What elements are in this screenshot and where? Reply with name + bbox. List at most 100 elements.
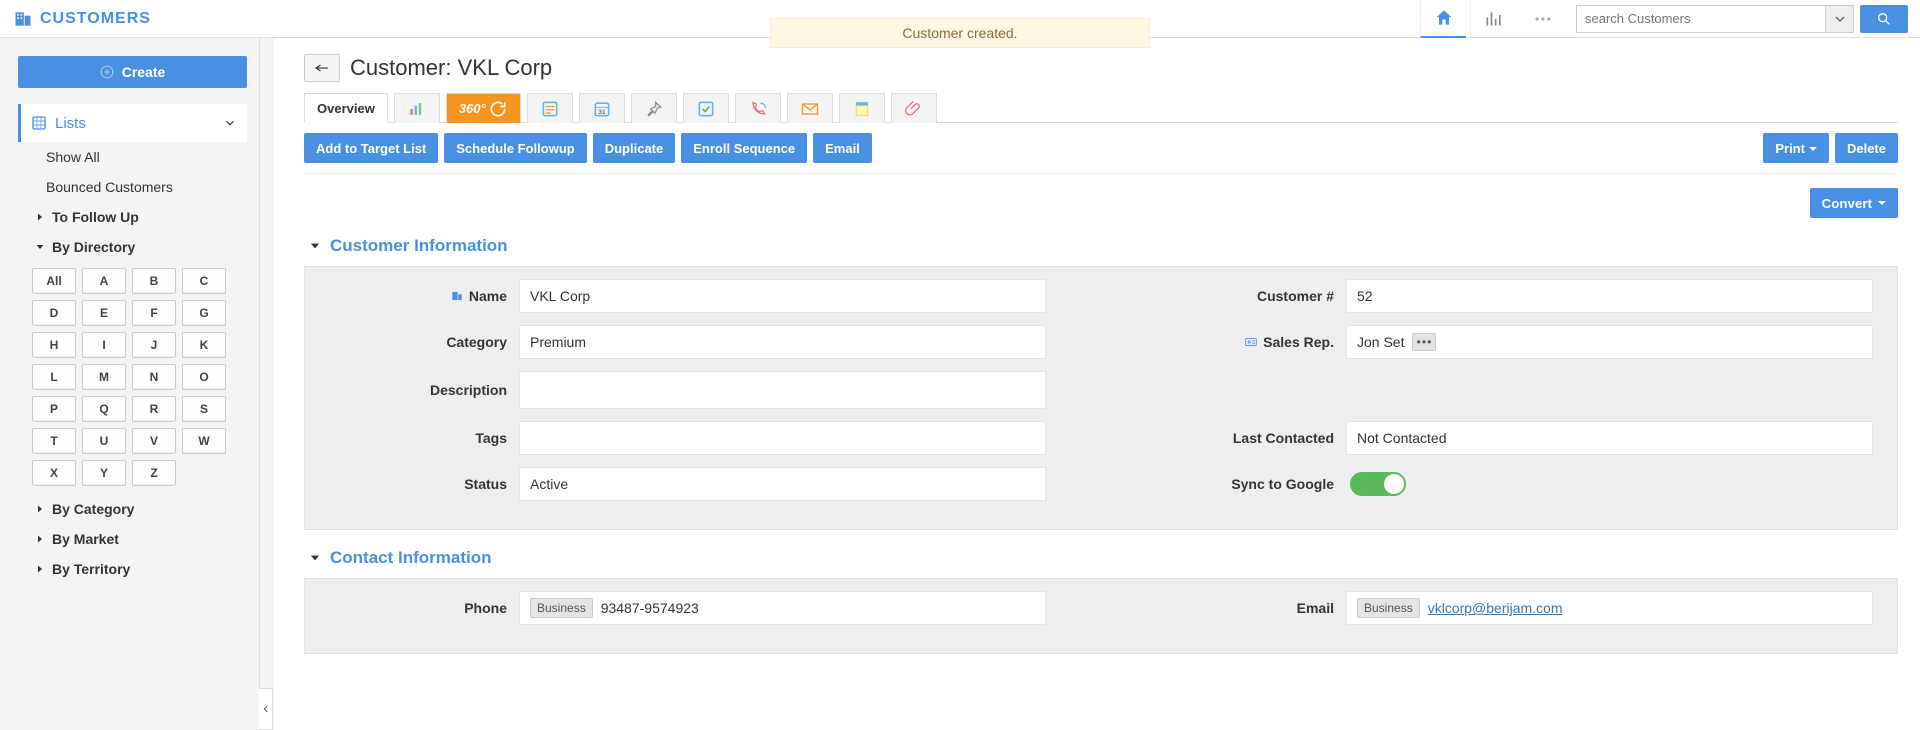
sidebar-show-all[interactable]: Show All bbox=[18, 142, 247, 172]
sidebar-by-territory[interactable]: By Territory bbox=[18, 554, 247, 584]
sync-google-toggle[interactable] bbox=[1350, 472, 1406, 496]
sidebar-by-category[interactable]: By Category bbox=[18, 494, 247, 524]
tab-mail-icon[interactable] bbox=[787, 93, 833, 123]
description-label: Description bbox=[329, 382, 519, 398]
alpha-grid: All A B C D E F G H I J K L M N O P Q R … bbox=[18, 268, 247, 486]
alpha-q[interactable]: Q bbox=[82, 396, 126, 422]
sync-google-label: Sync to Google bbox=[1156, 476, 1346, 492]
tab-360[interactable]: 360° bbox=[446, 93, 521, 123]
alpha-d[interactable]: D bbox=[32, 300, 76, 326]
sidebar-to-follow-up[interactable]: To Follow Up bbox=[18, 202, 247, 232]
alpha-b[interactable]: B bbox=[132, 268, 176, 294]
tab-attach-icon[interactable] bbox=[891, 93, 937, 123]
customer-num-value[interactable]: 52 bbox=[1346, 279, 1873, 313]
alpha-n[interactable]: N bbox=[132, 364, 176, 390]
enroll-sequence-button[interactable]: Enroll Sequence bbox=[681, 133, 807, 163]
tab-phone-icon[interactable] bbox=[735, 93, 781, 123]
chevron-right-icon bbox=[34, 563, 46, 575]
sidebar-by-directory[interactable]: By Directory bbox=[18, 232, 247, 262]
tab-calendar-icon[interactable]: 31 bbox=[579, 93, 625, 123]
alpha-w[interactable]: W bbox=[182, 428, 226, 454]
alpha-g[interactable]: G bbox=[182, 300, 226, 326]
contact-info-panel: Phone Business 93487-9574923 Email Busin… bbox=[304, 578, 1898, 654]
alpha-p[interactable]: P bbox=[32, 396, 76, 422]
alpha-r[interactable]: R bbox=[132, 396, 176, 422]
status-value[interactable]: Active bbox=[519, 467, 1046, 501]
alpha-m[interactable]: M bbox=[82, 364, 126, 390]
plus-icon bbox=[100, 65, 114, 79]
tab-note-icon[interactable] bbox=[839, 93, 885, 123]
tags-value[interactable] bbox=[519, 421, 1046, 455]
alpha-c[interactable]: C bbox=[182, 268, 226, 294]
email-link[interactable]: vklcorp@berijam.com bbox=[1428, 600, 1563, 616]
tab-task-icon[interactable] bbox=[683, 93, 729, 123]
alpha-u[interactable]: U bbox=[82, 428, 126, 454]
action-row: Add to Target List Schedule Followup Dup… bbox=[304, 123, 1898, 174]
id-card-icon bbox=[1243, 335, 1259, 349]
sales-rep-picker-button[interactable]: ••• bbox=[1412, 333, 1436, 351]
tab-pin-icon[interactable] bbox=[631, 93, 677, 123]
convert-button[interactable]: Convert bbox=[1810, 188, 1898, 218]
alpha-v[interactable]: V bbox=[132, 428, 176, 454]
building-icon bbox=[12, 9, 34, 29]
phone-value[interactable]: Business 93487-9574923 bbox=[519, 591, 1046, 625]
alpha-k[interactable]: K bbox=[182, 332, 226, 358]
grid-icon bbox=[31, 115, 47, 131]
home-icon[interactable] bbox=[1420, 0, 1466, 38]
alpha-h[interactable]: H bbox=[32, 332, 76, 358]
back-arrow-icon bbox=[313, 62, 331, 74]
alpha-f[interactable]: F bbox=[132, 300, 176, 326]
notification-banner: Customer created. bbox=[770, 18, 1150, 48]
customer-num-label: Customer # bbox=[1156, 288, 1346, 304]
alpha-e[interactable]: E bbox=[82, 300, 126, 326]
description-value[interactable] bbox=[519, 371, 1046, 409]
search-button[interactable] bbox=[1860, 5, 1908, 33]
email-value[interactable]: Business vklcorp@berijam.com bbox=[1346, 591, 1873, 625]
chevron-down-icon bbox=[223, 116, 237, 130]
search-input[interactable] bbox=[1576, 5, 1826, 33]
section-contact-info-header[interactable]: Contact Information bbox=[308, 548, 1898, 568]
building-icon bbox=[449, 289, 465, 303]
alpha-i[interactable]: I bbox=[82, 332, 126, 358]
chevron-down-icon bbox=[34, 241, 46, 253]
alpha-j[interactable]: J bbox=[132, 332, 176, 358]
sidebar-by-market[interactable]: By Market bbox=[18, 524, 247, 554]
tags-label: Tags bbox=[329, 430, 519, 446]
email-button[interactable]: Email bbox=[813, 133, 872, 163]
tab-form-icon[interactable] bbox=[527, 93, 573, 123]
section-customer-info-header[interactable]: Customer Information bbox=[308, 236, 1898, 256]
sidebar-bounced[interactable]: Bounced Customers bbox=[18, 172, 247, 202]
duplicate-button[interactable]: Duplicate bbox=[593, 133, 676, 163]
create-button[interactable]: Create bbox=[18, 56, 247, 88]
alpha-a[interactable]: A bbox=[82, 268, 126, 294]
sidebar-lists[interactable]: Lists bbox=[18, 104, 247, 142]
alpha-all[interactable]: All bbox=[32, 268, 76, 294]
tab-chart-icon[interactable] bbox=[394, 93, 440, 123]
alpha-o[interactable]: O bbox=[182, 364, 226, 390]
body: Create Lists Show All Bounced Customers … bbox=[0, 38, 1920, 730]
delete-button[interactable]: Delete bbox=[1835, 133, 1898, 163]
sidebar-collapse-handle[interactable] bbox=[259, 688, 273, 730]
tabstrip: Overview 360° 31 bbox=[304, 92, 1898, 123]
header-right bbox=[1420, 0, 1908, 38]
more-icon[interactable] bbox=[1520, 0, 1566, 38]
tab-overview[interactable]: Overview bbox=[304, 93, 388, 123]
alpha-t[interactable]: T bbox=[32, 428, 76, 454]
search-dropdown[interactable] bbox=[1826, 5, 1854, 33]
chart-icon[interactable] bbox=[1470, 0, 1516, 38]
phone-type-badge: Business bbox=[530, 598, 593, 618]
back-button[interactable] bbox=[304, 54, 340, 82]
alpha-y[interactable]: Y bbox=[82, 460, 126, 486]
alpha-s[interactable]: S bbox=[182, 396, 226, 422]
schedule-followup-button[interactable]: Schedule Followup bbox=[444, 133, 586, 163]
alpha-z[interactable]: Z bbox=[132, 460, 176, 486]
add-to-target-list-button[interactable]: Add to Target List bbox=[304, 133, 438, 163]
alpha-x[interactable]: X bbox=[32, 460, 76, 486]
last-contacted-value[interactable]: Not Contacted bbox=[1346, 421, 1873, 455]
phone-label: Phone bbox=[329, 600, 519, 616]
name-value[interactable]: VKL Corp bbox=[519, 279, 1046, 313]
category-value[interactable]: Premium bbox=[519, 325, 1046, 359]
print-button[interactable]: Print bbox=[1763, 133, 1829, 163]
sales-rep-value[interactable]: Jon Set ••• bbox=[1346, 325, 1873, 359]
alpha-l[interactable]: L bbox=[32, 364, 76, 390]
